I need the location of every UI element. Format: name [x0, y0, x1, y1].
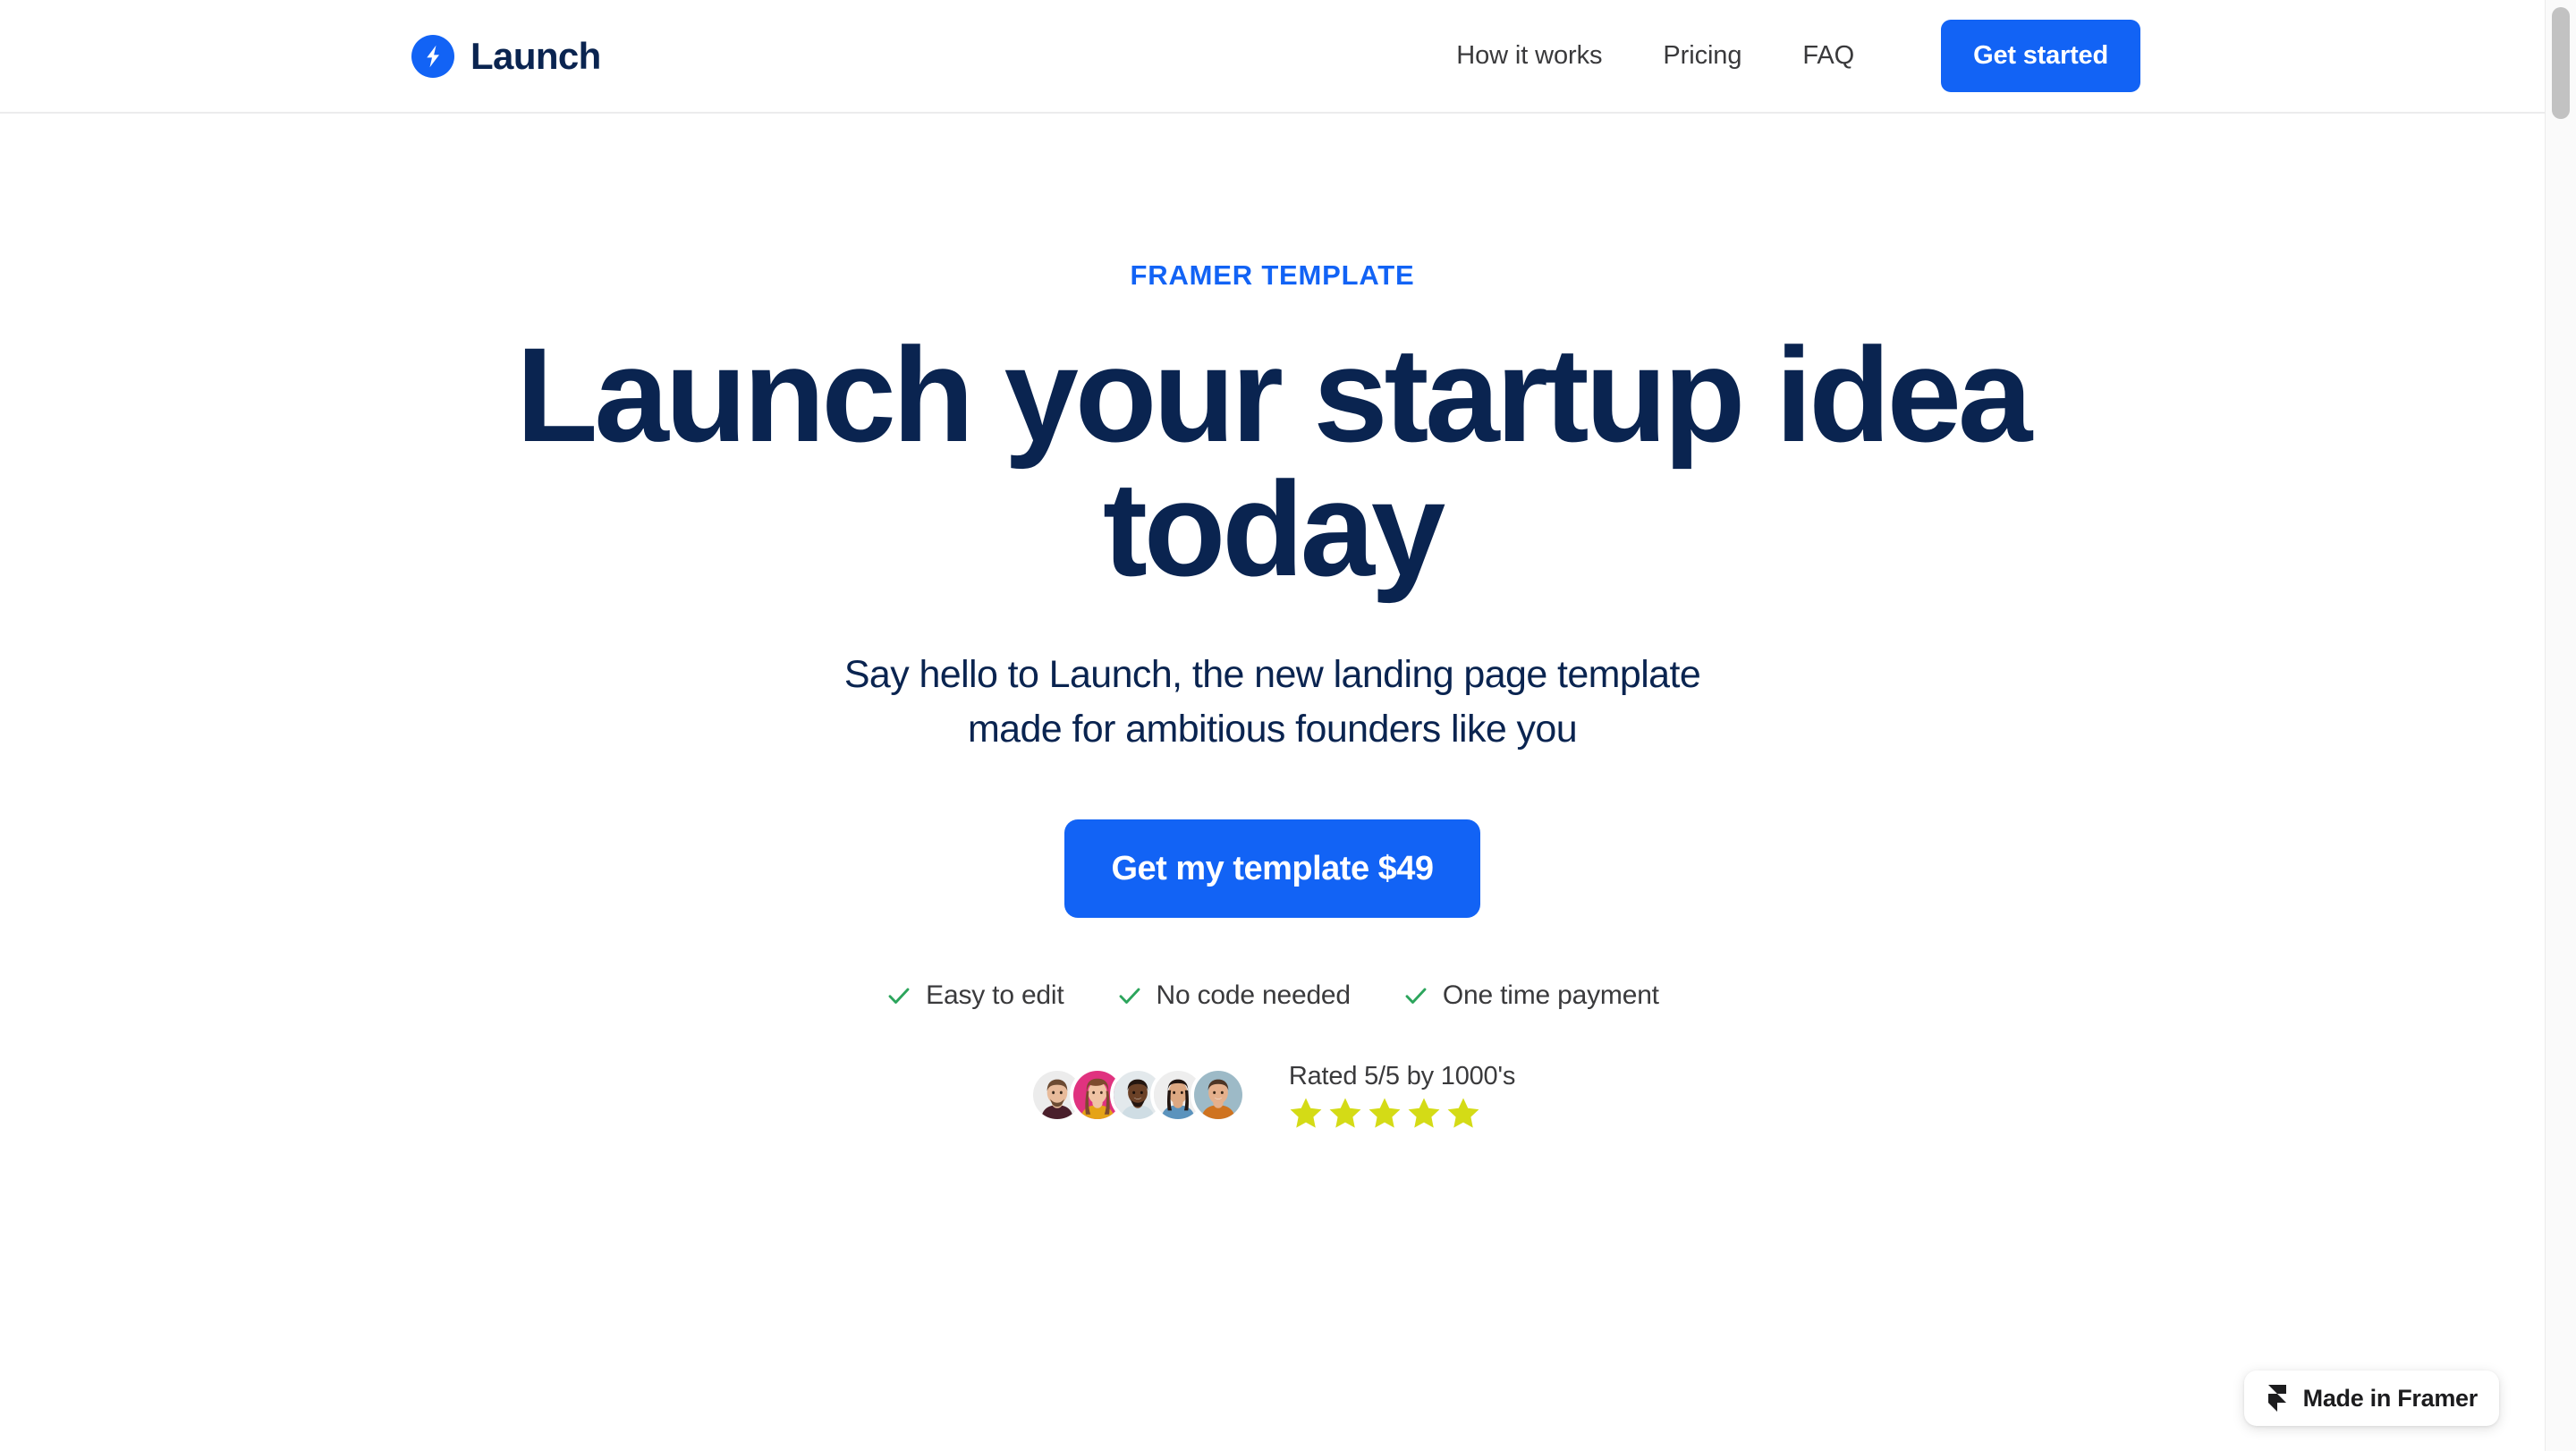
feature-label: No code needed — [1156, 980, 1352, 1011]
rating-block: Rated 5/5 by 1000's — [1269, 1061, 1515, 1130]
framer-badge-label: Made in Framer — [2302, 1384, 2479, 1412]
get-started-button[interactable]: Get started — [1941, 20, 2140, 92]
avatar — [1190, 1067, 1246, 1124]
social-proof: Rated 5/5 by 1000's — [1029, 1061, 1515, 1130]
hero-subtitle: Say hello to Launch, the new landing pag… — [843, 648, 1701, 757]
get-my-template-button[interactable]: Get my template $49 — [1064, 819, 1480, 919]
star-icon — [1368, 1098, 1401, 1128]
hero-subtitle-line2: made for ambitious founders like you — [967, 708, 1578, 751]
check-icon — [1405, 988, 1427, 1005]
page-title: Launch your startup idea today — [515, 319, 2032, 604]
star-icon — [1447, 1098, 1479, 1128]
check-icon — [888, 988, 910, 1005]
rating-text: Rated 5/5 by 1000's — [1288, 1062, 1516, 1091]
check-icon — [1119, 988, 1140, 1005]
scrollbar-thumb[interactable] — [2552, 7, 2570, 119]
lightning-bolt-icon — [411, 34, 454, 78]
hero-subtitle-line1: Say hello to Launch, the new landing pag… — [843, 653, 1701, 696]
main-navigation: How it works Pricing FAQ Get started — [1426, 20, 2140, 92]
star-rating — [1289, 1096, 1480, 1130]
made-in-framer-badge[interactable]: Made in Framer — [2243, 1370, 2499, 1426]
hero-section: FRAMER TEMPLATE Launch your startup idea… — [0, 114, 2545, 1130]
site-header: Launch How it works Pricing FAQ Get star… — [0, 0, 2545, 114]
brand-name: Launch — [470, 34, 601, 77]
page-scrollbar[interactable] — [2545, 0, 2576, 1451]
feature-list: Easy to edit No code needed One time pay… — [886, 980, 1659, 1011]
star-icon — [1329, 1098, 1361, 1128]
nav-link-pricing[interactable]: Pricing — [1632, 41, 1772, 71]
star-icon — [1408, 1098, 1440, 1128]
nav-link-how-it-works[interactable]: How it works — [1426, 41, 1632, 71]
nav-link-faq[interactable]: FAQ — [1772, 41, 1885, 71]
framer-logo-icon — [2267, 1385, 2286, 1412]
feature-item-one-time-payment: One time payment — [1402, 980, 1659, 1011]
feature-item-no-code-needed: No code needed — [1116, 980, 1351, 1011]
feature-item-easy-to-edit: Easy to edit — [886, 980, 1064, 1011]
feature-label: Easy to edit — [926, 980, 1064, 1011]
landing-page: Launch How it works Pricing FAQ Get star… — [0, 0, 2576, 1451]
feature-label: One time payment — [1442, 980, 1659, 1011]
hero-eyebrow: FRAMER TEMPLATE — [1130, 259, 1415, 291]
avatar-group — [1029, 1067, 1246, 1124]
star-icon — [1290, 1098, 1322, 1128]
brand-logo-link[interactable]: Launch — [411, 34, 601, 78]
